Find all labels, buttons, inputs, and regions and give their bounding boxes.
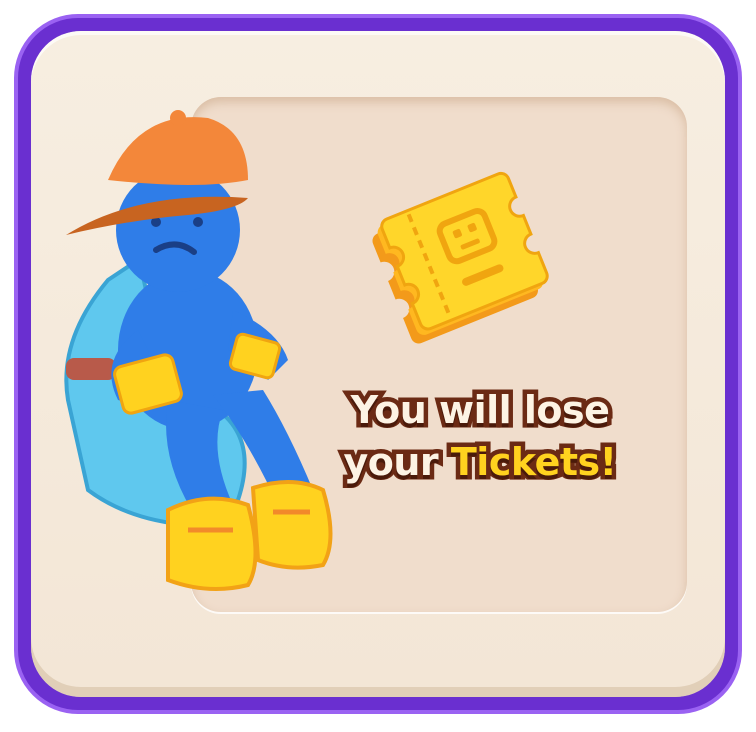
warning-message: You will lose your Tickets!	[315, 384, 645, 489]
tickets-highlight: Tickets!	[446, 436, 621, 489]
tickets-stack-icon	[372, 171, 549, 344]
sad-character-illustration	[64, 110, 333, 591]
message-line-1: You will lose	[315, 384, 645, 437]
message-line-2: your Tickets!	[315, 436, 645, 489]
message-text-1: You will lose	[346, 384, 614, 437]
message-text-2: your	[339, 436, 451, 489]
